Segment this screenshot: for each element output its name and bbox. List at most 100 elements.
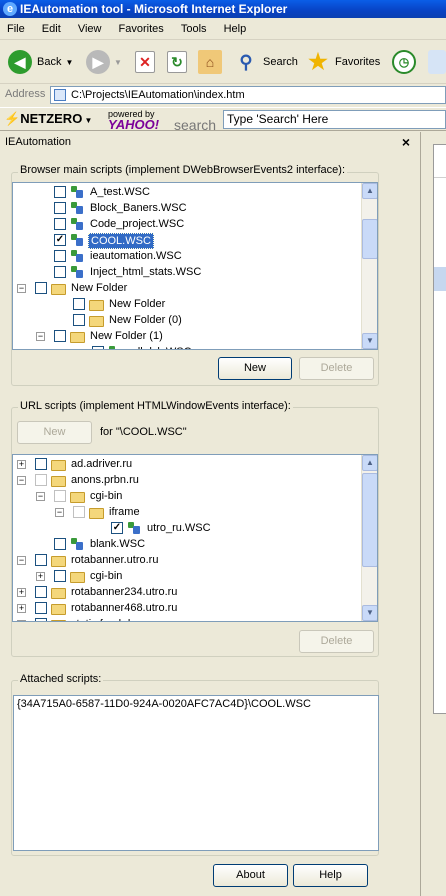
main_scripts-tree-row[interactable]: − New Folder: [13, 280, 359, 296]
url-delete-button[interactable]: Delete: [299, 630, 374, 653]
tree-item-label[interactable]: New Folder (0): [107, 312, 184, 328]
url_scripts-tree-row[interactable]: + ad.adriver.ru: [13, 456, 359, 472]
tree-checkbox[interactable]: [92, 346, 104, 349]
expand-icon[interactable]: +: [17, 620, 26, 621]
tree-item-label[interactable]: rotabanner.utro.ru: [69, 552, 160, 568]
search-button[interactable]: ⚲ Search: [234, 48, 297, 76]
tree-checkbox[interactable]: [35, 586, 47, 598]
menu-tools[interactable]: Tools: [174, 18, 214, 40]
main-scripts-tree[interactable]: A_test.WSC Block_Baners.WSC Code_project.W…: [12, 182, 378, 350]
expand-icon[interactable]: +: [36, 572, 45, 581]
address-input[interactable]: C:\Projects\IEAutomation\index.htm: [50, 86, 446, 104]
tree-item-label[interactable]: Code_project.WSC: [88, 216, 186, 232]
tree-checkbox[interactable]: [54, 266, 66, 278]
tree-item-label[interactable]: utro_ru.WSC: [145, 520, 213, 536]
main_scripts-tree-row[interactable]: New Folder: [13, 296, 359, 312]
chevron-down-icon[interactable]: ▼: [65, 58, 73, 67]
tree-item-label[interactable]: Inject_html_stats.WSC: [88, 264, 203, 280]
tree-item-label[interactable]: New Folder: [69, 280, 129, 296]
main-new-button[interactable]: New: [218, 357, 292, 380]
url_scripts-tree-row[interactable]: − rotabanner.utro.ru: [13, 552, 359, 568]
attached-script-item[interactable]: {34A715A0-6587-11D0-924A-0020AFC7AC4D}\C…: [17, 698, 311, 710]
tree-item-label[interactable]: cgi-bin: [88, 488, 124, 504]
url_scripts-tree-row[interactable]: blank.WSC: [13, 536, 359, 552]
collapse-icon[interactable]: −: [36, 492, 45, 501]
collapse-icon[interactable]: −: [17, 556, 26, 565]
tree-checkbox[interactable]: [35, 554, 47, 566]
scroll-down-icon[interactable]: ▼: [362, 333, 377, 349]
tree-item-label[interactable]: New Folder (1): [88, 328, 165, 344]
tree-checkbox[interactable]: [35, 618, 47, 621]
chevron-down-icon[interactable]: ▼: [82, 116, 93, 125]
main-scripts-scrollbar[interactable]: ▲ ▼: [361, 183, 377, 349]
tree-item-label[interactable]: A_test.WSC: [88, 184, 152, 200]
menu-file[interactable]: File: [0, 18, 32, 40]
tree-item-label[interactable]: static.feed.rbc.ru: [69, 616, 154, 621]
main-delete-button[interactable]: Delete: [299, 357, 374, 380]
tree-checkbox[interactable]: [54, 250, 66, 262]
tree-item-label[interactable]: New Folder: [107, 296, 167, 312]
tree-item-label[interactable]: blank.WSC: [88, 536, 147, 552]
tree-checkbox[interactable]: [35, 282, 47, 294]
tree-item-label[interactable]: ad.adriver.ru: [69, 456, 134, 472]
expand-icon[interactable]: +: [17, 588, 26, 597]
main_scripts-tree-row[interactable]: Code_project.WSC: [13, 216, 359, 232]
url_scripts-tree-row[interactable]: − anons.prbn.ru: [13, 472, 359, 488]
url_scripts-tree-row[interactable]: − cgi-bin: [13, 488, 359, 504]
url_scripts-tree-row[interactable]: + rotabanner234.utro.ru: [13, 584, 359, 600]
forward-button[interactable]: ▶ ▼: [86, 48, 122, 76]
scroll-down-icon[interactable]: ▼: [362, 605, 377, 621]
tree-checkbox[interactable]: [35, 474, 47, 486]
main_scripts-tree-row[interactable]: − New Folder (1): [13, 328, 359, 344]
expand-icon[interactable]: +: [17, 460, 26, 469]
tree-checkbox[interactable]: [54, 538, 66, 550]
tree-item-label[interactable]: adkdsk.WSC: [126, 344, 194, 349]
menu-favorites[interactable]: Favorites: [112, 18, 171, 40]
collapse-icon[interactable]: −: [36, 332, 45, 341]
back-button[interactable]: ◀ Back ▼: [8, 48, 73, 76]
mail-button[interactable]: [428, 48, 446, 76]
tree-item-label[interactable]: iframe: [107, 504, 142, 520]
url-new-button[interactable]: New: [17, 421, 92, 444]
main_scripts-tree-row[interactable]: adkdsk.WSC: [13, 344, 359, 349]
chevron-down-icon[interactable]: ▼: [114, 58, 122, 67]
favorites-button[interactable]: ★ Favorites: [306, 48, 380, 76]
tree-checkbox[interactable]: [54, 202, 66, 214]
url_scripts-tree-row[interactable]: + rotabanner468.utro.ru: [13, 600, 359, 616]
refresh-button[interactable]: ↻: [167, 48, 187, 76]
url_scripts-tree-row[interactable]: + cgi-bin: [13, 568, 359, 584]
tree-item-label[interactable]: Block_Baners.WSC: [88, 200, 189, 216]
main_scripts-tree-row[interactable]: New Folder (0): [13, 312, 359, 328]
close-icon[interactable]: ×: [402, 132, 410, 152]
scroll-up-icon[interactable]: ▲: [362, 455, 377, 471]
tree-item-label[interactable]: rotabanner468.utro.ru: [69, 600, 179, 616]
scroll-thumb[interactable]: [362, 219, 377, 259]
tree-checkbox[interactable]: [73, 506, 85, 518]
tree-checkbox[interactable]: ✓: [111, 522, 123, 534]
help-button[interactable]: Help: [293, 864, 368, 887]
stop-button[interactable]: ✕: [135, 48, 155, 76]
tree-checkbox[interactable]: [35, 602, 47, 614]
menu-help[interactable]: Help: [217, 18, 254, 40]
menu-view[interactable]: View: [71, 18, 109, 40]
tree-checkbox[interactable]: [54, 330, 66, 342]
scroll-thumb[interactable]: [362, 473, 377, 567]
tree-checkbox[interactable]: [54, 490, 66, 502]
tree-checkbox[interactable]: [73, 298, 85, 310]
collapse-icon[interactable]: −: [17, 476, 26, 485]
collapse-icon[interactable]: −: [55, 508, 64, 517]
url-scripts-scrollbar[interactable]: ▲ ▼: [361, 455, 377, 621]
scroll-up-icon[interactable]: ▲: [362, 183, 377, 199]
tree-checkbox[interactable]: [54, 570, 66, 582]
tree-checkbox[interactable]: [54, 186, 66, 198]
main_scripts-tree-row[interactable]: Block_Baners.WSC: [13, 200, 359, 216]
tree-checkbox[interactable]: [35, 458, 47, 470]
main_scripts-tree-row[interactable]: A_test.WSC: [13, 184, 359, 200]
about-button[interactable]: About: [213, 864, 288, 887]
tree-checkbox[interactable]: [73, 314, 85, 326]
tree-item-label[interactable]: COOL.WSC: [88, 233, 154, 249]
url_scripts-tree-row[interactable]: − iframe: [13, 504, 359, 520]
url-scripts-tree[interactable]: + ad.adriver.ru − anons.prbn.ru − cgi-bin − ifr…: [12, 454, 378, 622]
attached-scripts-list[interactable]: {34A715A0-6587-11D0-924A-0020AFC7AC4D}\C…: [13, 695, 379, 851]
tree-item-label[interactable]: ieautomation.WSC: [88, 248, 184, 264]
